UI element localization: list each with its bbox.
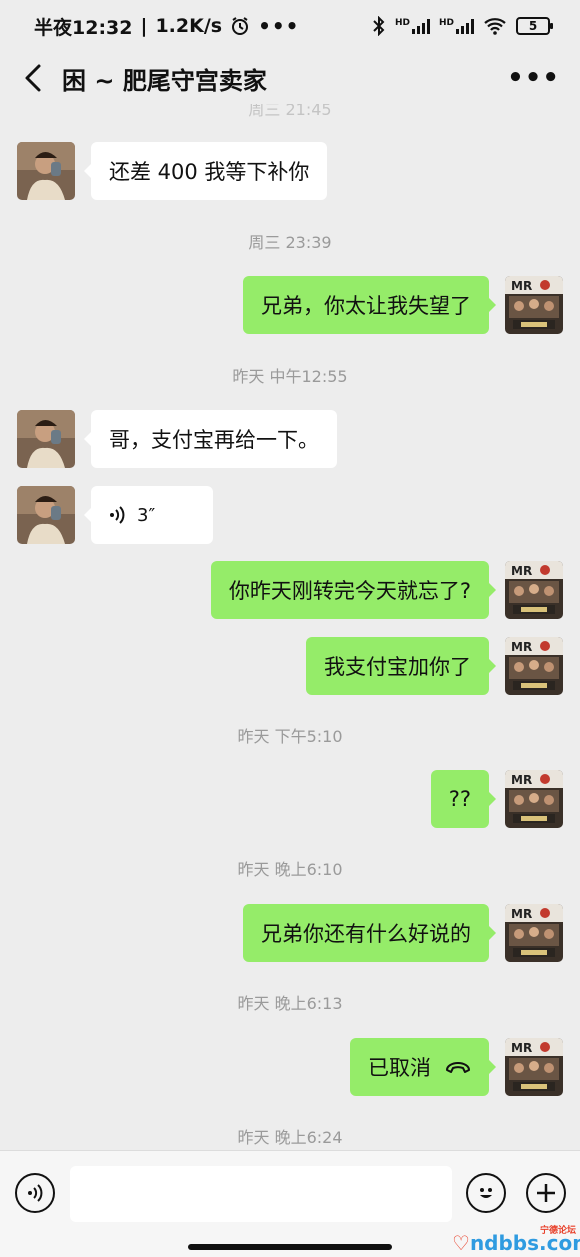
my-avatar-image: MR	[505, 637, 563, 695]
status-divider: |	[140, 15, 148, 37]
bluetooth-icon	[373, 16, 385, 36]
emoji-button[interactable]	[466, 1173, 506, 1213]
my-avatar-image: MR	[505, 276, 563, 334]
svg-text:MR: MR	[511, 1041, 532, 1055]
input-bar: ♡ndbbs.com 宁德论坛	[0, 1150, 580, 1257]
svg-text:MR: MR	[511, 279, 532, 293]
message-bubble-outgoing[interactable]: ??	[430, 770, 497, 828]
message-text: 哥，支付宝再给一下。	[109, 428, 319, 452]
timestamp: 昨天 晚上6:13	[237, 994, 343, 1013]
message-list[interactable]: 周三 21:45 还差 400 我等下补你 周三 23:39 兄弟，你太让我失望…	[0, 104, 580, 1150]
contact-avatar[interactable]	[17, 142, 75, 200]
message-text: 你昨天刚转完今天就忘了?	[228, 579, 471, 603]
contact-avatar[interactable]	[17, 486, 75, 544]
signal-1-label: HD	[394, 18, 410, 28]
my-avatar-image: MR	[505, 561, 563, 619]
smiley-icon	[480, 1188, 492, 1198]
wifi-icon	[484, 18, 506, 35]
message-text: 兄弟，你太让我失望了	[261, 294, 471, 318]
message-bubble-incoming[interactable]: 还差 400 我等下补你	[83, 142, 328, 200]
plus-icon	[537, 1184, 555, 1202]
timestamp: 周三 23:39	[248, 233, 332, 252]
svg-text:MR: MR	[511, 564, 532, 578]
signal-1-icon	[411, 18, 430, 34]
voice-message-bubble[interactable]: 3″	[84, 486, 213, 544]
status-left: 半夜12:32 | 1.2K/s •••	[34, 13, 299, 40]
message-text: 兄弟你还有什么好说的	[261, 922, 471, 946]
call-record-bubble[interactable]: 已取消	[350, 1038, 496, 1096]
my-avatar-image: MR	[505, 770, 563, 828]
more-notifications-icon: •••	[258, 14, 300, 38]
my-avatar[interactable]: MR	[505, 637, 563, 695]
more-options-button[interactable]: •••	[507, 65, 560, 91]
svg-text:MR: MR	[511, 640, 532, 654]
timestamp: 昨天 下午5:10	[237, 727, 343, 746]
phone-hangup-icon	[446, 1062, 470, 1073]
my-avatar-image: MR	[505, 904, 563, 962]
timestamp: 昨天 晚上6:10	[237, 860, 343, 879]
alarm-icon	[232, 17, 249, 35]
message-bubble-outgoing[interactable]: 我支付宝加你了	[306, 637, 496, 695]
back-button[interactable]	[18, 58, 48, 98]
timestamp: 昨天 晚上6:24	[237, 1128, 343, 1147]
message-text: ??	[448, 787, 471, 811]
more-functions-button[interactable]	[526, 1173, 566, 1213]
watermark-tag: 宁德论坛	[539, 1223, 576, 1236]
signal-2-label: HD	[438, 18, 454, 28]
my-avatar[interactable]: MR	[505, 904, 563, 962]
contact-avatar-image	[17, 410, 75, 468]
contact-avatar-image	[17, 486, 75, 544]
voice-wave-icon	[110, 506, 125, 524]
message-bubble-incoming[interactable]: 哥，支付宝再给一下。	[84, 410, 337, 468]
message-bubble-outgoing[interactable]: 兄弟，你太让我失望了	[243, 276, 496, 334]
voice-wave-icon	[28, 1184, 43, 1202]
my-avatar-image: MR	[505, 1038, 563, 1096]
timestamp-cutoff: 周三 21:45	[248, 104, 332, 119]
chevron-left-icon	[25, 64, 41, 92]
svg-text:MR: MR	[511, 773, 532, 787]
battery-level: 5	[528, 19, 538, 33]
battery-icon: 5	[516, 17, 553, 35]
voice-input-button[interactable]	[15, 1173, 55, 1213]
call-status-text: 已取消	[368, 1056, 431, 1080]
home-indicator	[188, 1244, 392, 1250]
my-avatar[interactable]: MR	[505, 1038, 563, 1096]
svg-text:MR: MR	[511, 907, 532, 921]
message-bubble-outgoing[interactable]: 你昨天刚转完今天就忘了?	[210, 561, 497, 619]
message-text: 还差 400 我等下补你	[109, 160, 310, 184]
signal-1: HD	[395, 18, 430, 34]
status-right: HD HD 5	[372, 16, 553, 36]
site-watermark: ♡ndbbs.com 宁德论坛	[452, 1223, 580, 1257]
contact-avatar[interactable]	[17, 410, 75, 468]
my-avatar[interactable]: MR	[505, 561, 563, 619]
message-input[interactable]	[70, 1166, 452, 1222]
my-avatar[interactable]: MR	[505, 770, 563, 828]
my-avatar[interactable]: MR	[505, 276, 563, 334]
status-bar: 半夜12:32 | 1.2K/s ••• HD HD 5	[0, 0, 580, 52]
timestamp: 昨天 中午12:55	[232, 367, 348, 386]
contact-avatar-image	[17, 142, 75, 200]
message-bubble-outgoing[interactable]: 兄弟你还有什么好说的	[243, 904, 496, 962]
network-speed: 1.2K/s	[155, 15, 223, 37]
chat-header: 困 ~ 肥尾守宫卖家 •••	[0, 52, 580, 104]
heart-icon: ♡	[452, 1231, 470, 1255]
signal-2: HD	[439, 18, 474, 34]
signal-2-icon	[456, 18, 474, 34]
voice-duration: 3″	[137, 504, 156, 526]
message-text: 我支付宝加你了	[324, 655, 471, 679]
chat-title: 困 ~ 肥尾守宫卖家	[62, 66, 267, 95]
status-time: 半夜12:32	[34, 16, 133, 39]
